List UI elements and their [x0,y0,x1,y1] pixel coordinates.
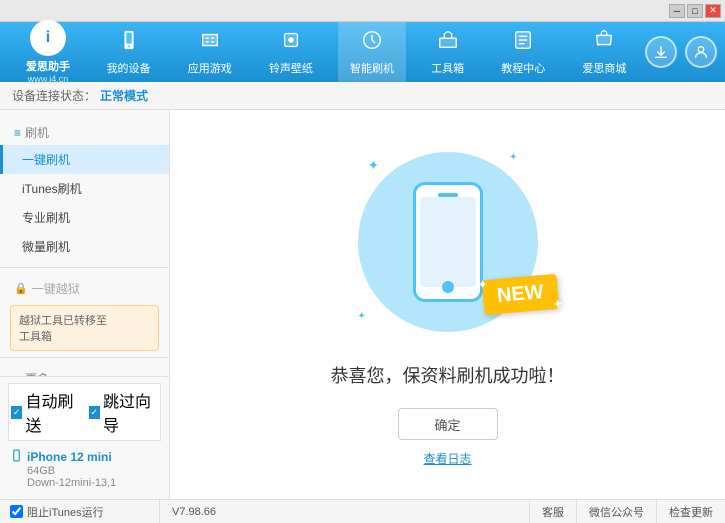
nav-item-tutorial[interactable]: 教程中心 [489,22,557,82]
divider-1 [0,267,169,268]
nav-items: 我的设备 应用游戏 铃声壁纸 智能刷机 工具箱 [88,22,645,82]
app-logo[interactable]: i 爱思助手 www.i4.cn [8,20,88,84]
sparkle-3: ✦ [358,311,366,322]
nav-right-buttons [645,36,717,68]
skip-wizard-checkbox-item[interactable]: 跳过向导 [89,388,159,436]
nav-bar: i 爱思助手 www.i4.cn 我的设备 应用游戏 铃声壁纸 [0,22,725,82]
jailbreak-lock-icon: 🔒 [14,282,28,295]
nav-item-label: 智能刷机 [350,60,394,76]
sidebar-item-one-click-flash[interactable]: 一键刷机 [0,145,169,174]
i4-store-icon [593,29,615,57]
status-bar: 设备连接状态： 正常模式 [0,82,725,110]
flash-section-icon: ≡ [14,126,21,140]
ringtone-icon [280,29,302,57]
jailbreak-section-label: 一键越狱 [32,280,80,297]
nav-item-smart-flash[interactable]: 智能刷机 [338,22,406,82]
stop-itunes-checkbox[interactable] [10,505,23,518]
itunes-flash-label: iTunes刷机 [22,180,82,197]
sparkle-1: ✦ [368,157,380,174]
auto-flash-label: 自动刷送 [25,388,80,436]
device-model: Down-12mini-13,1 [10,477,159,489]
sidebar-item-itunes-flash[interactable]: iTunes刷机 [0,174,169,203]
device-phone-icon [10,449,23,465]
status-label: 设备连接状态： [12,87,96,104]
logo-icon: i [30,20,66,56]
sidebar-item-pro-flash[interactable]: 专业刷机 [0,203,169,232]
tutorial-icon [512,29,534,57]
sidebar-bottom: 自动刷送 跳过向导 iPhone 12 mini 64GB Down-12min… [0,376,169,499]
skip-wizard-label: 跳过向导 [103,388,158,436]
stop-itunes-label: 阻止iTunes运行 [27,504,104,520]
bottom-links: 客服 微信公众号 检查更新 [529,500,725,523]
jailbreak-notice-text: 越狱工具已转移至工具箱 [19,315,107,343]
nav-item-label: 工具箱 [431,60,464,76]
support-link[interactable]: 客服 [529,500,576,523]
bottom-status-bar: 阻止iTunes运行 V7.98.66 客服 微信公众号 检查更新 [0,499,725,523]
device-name: iPhone 12 mini [27,450,112,464]
sidebar-section-flash: ≡ 刷机 [0,118,169,145]
version-info: V7.98.66 [160,506,228,518]
success-text: 恭喜您，保资料刷机成功啦！ [331,362,565,388]
pro-flash-label: 专业刷机 [22,209,70,226]
divider-2 [0,357,169,358]
sidebar-section-jailbreak: 🔒 一键越狱 [0,274,169,301]
check-update-link[interactable]: 检查更新 [656,500,725,523]
user-button[interactable] [685,36,717,68]
jailbreak-notice: 越狱工具已转移至工具箱 [10,305,159,351]
small-flash-label: 微量刷机 [22,238,70,255]
wechat-link[interactable]: 微信公众号 [576,500,656,523]
skip-wizard-checkbox[interactable] [89,406,100,419]
sidebar: ≡ 刷机 一键刷机 iTunes刷机 专业刷机 微量刷机 🔒 一键越狱 [0,110,170,499]
new-badge-text: NEW [496,281,544,307]
nav-item-ringtone[interactable]: 铃声壁纸 [257,22,325,82]
sidebar-content: ≡ 刷机 一键刷机 iTunes刷机 专业刷机 微量刷机 🔒 一键越狱 [0,110,169,376]
smart-flash-icon [361,29,383,57]
device-storage: 64GB [10,465,159,477]
stop-itunes-area: 阻止iTunes运行 [0,500,160,523]
status-value: 正常模式 [100,87,148,104]
flash-section-label: 刷机 [25,124,49,141]
download-button[interactable] [645,36,677,68]
phone-home-button [442,281,454,293]
phone-illustration: ✦ ✦ ✦ ✦ NEW ✦ [348,142,548,342]
sidebar-item-small-flash[interactable]: 微量刷机 [0,232,169,261]
nav-item-label: 教程中心 [501,60,545,76]
nav-item-my-device[interactable]: 我的设备 [95,22,163,82]
back-link[interactable]: 查看日志 [423,450,471,467]
auto-flash-checkbox[interactable] [11,406,22,419]
nav-item-apps-games[interactable]: 应用游戏 [176,22,244,82]
app-url: www.i4.cn [28,74,69,84]
phone-screen [420,197,476,287]
nav-item-toolbox[interactable]: 工具箱 [419,22,476,82]
close-button[interactable]: ✕ [705,4,721,18]
main-container: ≡ 刷机 一键刷机 iTunes刷机 专业刷机 微量刷机 🔒 一键越狱 [0,110,725,499]
my-device-icon [118,29,140,57]
phone-speaker [438,193,458,197]
sidebar-section-more: ≡ 更多 [0,364,169,376]
minimize-button[interactable]: ─ [669,4,685,18]
nav-item-label: 我的设备 [107,60,151,76]
app-name: 爱思助手 [26,58,70,74]
restore-button[interactable]: □ [687,4,703,18]
one-click-flash-label: 一键刷机 [22,151,70,168]
confirm-button[interactable]: 确定 [398,408,498,440]
toolbox-icon [437,29,459,57]
phone-body [413,182,483,302]
device-info: iPhone 12 mini 64GB Down-12mini-13,1 [8,445,161,493]
sidebar-checkboxes: 自动刷送 跳过向导 [8,383,161,441]
nav-item-i4-store[interactable]: 爱思商城 [570,22,638,82]
nav-item-label: 铃声壁纸 [269,60,313,76]
sparkle-2: ✦ [509,152,517,163]
title-bar: ─ □ ✕ [0,0,725,22]
nav-item-label: 应用游戏 [188,60,232,76]
content-area: ✦ ✦ ✦ ✦ NEW ✦ 恭喜您，保资料刷机成功啦！ 确定 查看日志 [170,110,725,499]
auto-flash-checkbox-item[interactable]: 自动刷送 [11,388,81,436]
new-badge: ✦ NEW ✦ [481,274,558,315]
nav-item-label: 爱思商城 [582,60,626,76]
version-text: V7.98.66 [172,506,216,518]
apps-games-icon [199,29,221,57]
